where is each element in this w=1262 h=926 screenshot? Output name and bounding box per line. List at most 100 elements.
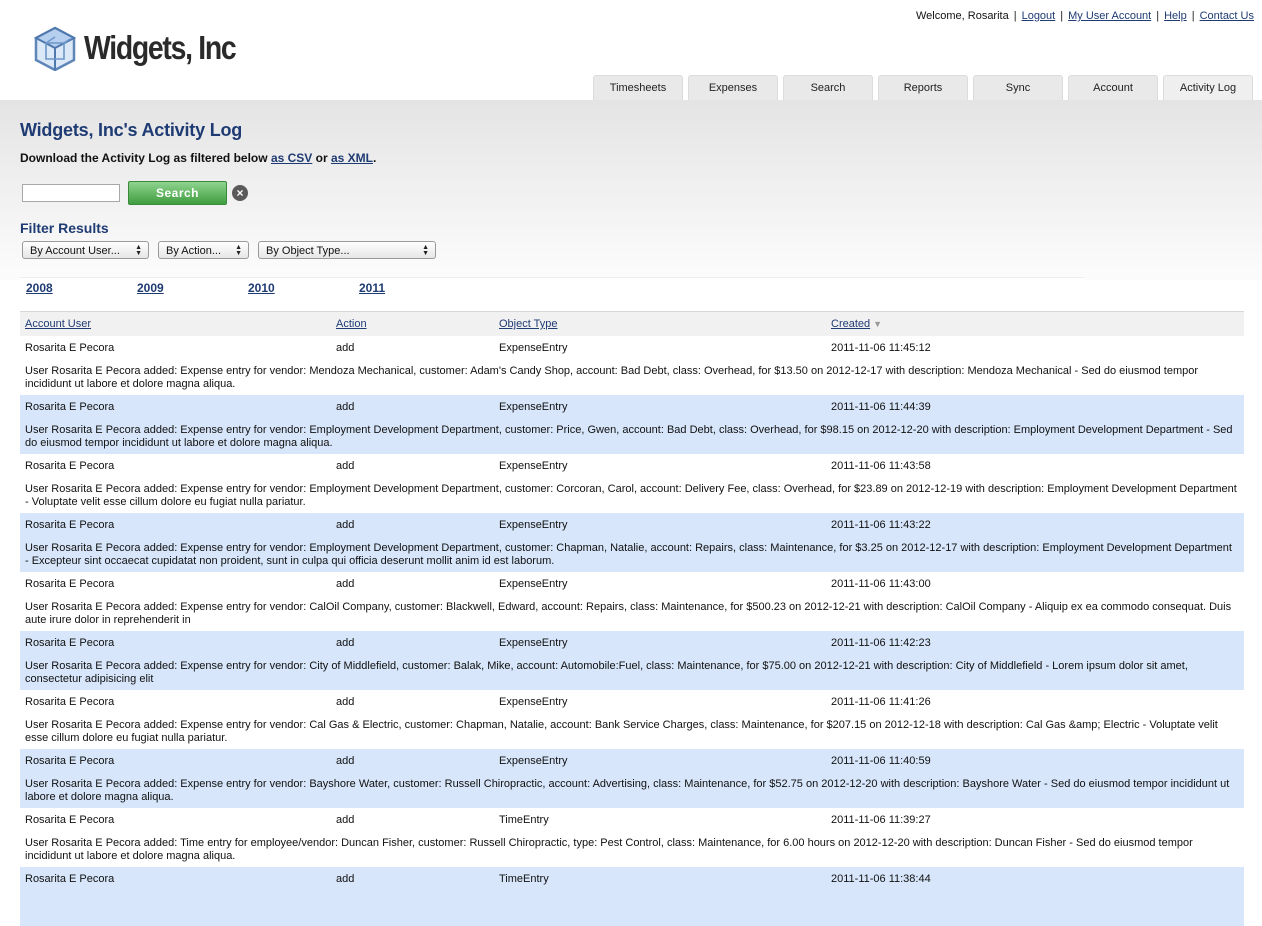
contact-us-link[interactable]: Contact Us [1200, 10, 1254, 22]
cell-account-user: Rosarita E Pecora [25, 637, 115, 649]
cell-action: add [336, 873, 355, 885]
tab-expenses[interactable]: Expenses [688, 75, 778, 100]
logout-link[interactable]: Logout [1022, 10, 1056, 22]
year-filter-bar: 2008 2009 2010 2011 [20, 277, 1084, 299]
log-entry: Rosarita E Pecora add ExpenseEntry 2011-… [20, 336, 1244, 395]
action-filter-value: By Action... [166, 244, 222, 257]
cell-object-type: ExpenseEntry [499, 755, 568, 767]
cell-action: add [336, 342, 355, 354]
cell-created: 2011-11-06 11:39:27 [831, 814, 931, 826]
year-link-2008[interactable]: 2008 [26, 281, 53, 295]
select-arrows-icon: ▲ ▼ [235, 243, 242, 257]
log-entry: Rosarita E Pecora add ExpenseEntry 2011-… [20, 454, 1244, 513]
cell-account-user: Rosarita E Pecora [25, 342, 115, 354]
cell-created: 2011-11-06 11:41:26 [831, 696, 931, 708]
entry-description: User Rosarita E Pecora added: Expense en… [25, 719, 1218, 744]
year-link-2011[interactable]: 2011 [359, 281, 385, 295]
entry-description: User Rosarita E Pecora added: Time entry… [25, 837, 1193, 862]
cell-object-type: ExpenseEntry [499, 696, 568, 708]
account-user-filter-value: By Account User... [30, 244, 120, 257]
cell-object-type: ExpenseEntry [499, 401, 568, 413]
tab-sync[interactable]: Sync [973, 75, 1063, 100]
table-header-row: Account User Action Object Type Created ▼ [20, 311, 1244, 336]
or-text: or [315, 151, 328, 165]
entry-description: User Rosarita E Pecora added: Expense en… [25, 660, 1188, 685]
search-input[interactable] [22, 184, 120, 202]
account-user-filter[interactable]: By Account User... ▲ ▼ [22, 241, 149, 259]
cell-object-type: ExpenseEntry [499, 460, 568, 472]
page-header: Widgets, Inc Welcome, Rosarita | Logout | My… [0, 0, 1262, 100]
cell-account-user: Rosarita E Pecora [25, 460, 115, 472]
cell-object-type: TimeEntry [499, 873, 549, 885]
year-link-2010[interactable]: 2010 [248, 281, 275, 295]
action-filter[interactable]: By Action... ▲ ▼ [158, 241, 249, 259]
period-text: . [373, 151, 377, 165]
header-account-user[interactable]: Account User [25, 318, 91, 330]
entry-description: User Rosarita E Pecora added: Expense en… [25, 601, 1232, 626]
object-type-filter[interactable]: By Object Type... ▲ ▼ [258, 241, 436, 259]
object-type-filter-value: By Object Type... [266, 244, 350, 257]
select-arrows-icon: ▲ ▼ [422, 243, 429, 257]
log-entry: Rosarita E Pecora add ExpenseEntry 2011-… [20, 513, 1244, 572]
filter-results-title: Filter Results [20, 220, 109, 236]
log-entry: Rosarita E Pecora add ExpenseEntry 2011-… [20, 572, 1244, 631]
help-link[interactable]: Help [1164, 10, 1187, 22]
cell-account-user: Rosarita E Pecora [25, 873, 115, 885]
cell-object-type: ExpenseEntry [499, 342, 568, 354]
year-link-2009[interactable]: 2009 [137, 281, 164, 295]
cell-account-user: Rosarita E Pecora [25, 519, 115, 531]
cell-action: add [336, 814, 355, 826]
my-user-account-link[interactable]: My User Account [1068, 10, 1151, 22]
log-entry: Rosarita E Pecora add ExpenseEntry 2011-… [20, 749, 1244, 808]
tab-timesheets[interactable]: Timesheets [593, 75, 683, 100]
cube-logo-icon [33, 26, 77, 71]
log-entry: Rosarita E Pecora add TimeEntry 2011-11-… [20, 867, 1244, 926]
csv-download-link[interactable]: as CSV [271, 151, 312, 165]
cell-action: add [336, 637, 355, 649]
logo-text: Widgets, Inc [84, 29, 237, 66]
cell-account-user: Rosarita E Pecora [25, 755, 115, 767]
close-icon[interactable]: × [232, 185, 248, 201]
tab-account[interactable]: Account [1068, 75, 1158, 100]
cell-created: 2011-11-06 11:38:44 [831, 873, 931, 885]
cell-account-user: Rosarita E Pecora [25, 814, 115, 826]
activity-log-table: Account User Action Object Type Created ▼… [20, 311, 1244, 926]
cell-created: 2011-11-06 11:43:58 [831, 460, 931, 472]
cell-object-type: ExpenseEntry [499, 519, 568, 531]
main-nav-tabs: Timesheets Expenses Search Reports Sync … [593, 75, 1253, 100]
header-created[interactable]: Created [831, 318, 870, 330]
download-line: Download the Activity Log as filtered be… [20, 151, 376, 165]
cell-action: add [336, 755, 355, 767]
xml-download-link[interactable]: as XML [331, 151, 373, 165]
cell-action: add [336, 519, 355, 531]
log-entry: Rosarita E Pecora add ExpenseEntry 2011-… [20, 631, 1244, 690]
cell-created: 2011-11-06 11:43:22 [831, 519, 931, 531]
cell-action: add [336, 696, 355, 708]
entry-description: User Rosarita E Pecora added: Expense en… [25, 365, 1199, 390]
entry-description: User Rosarita E Pecora added: Expense en… [25, 483, 1237, 508]
cell-action: add [336, 578, 355, 590]
user-links: Welcome, Rosarita | Logout | My User Account… [916, 10, 1254, 22]
tab-search[interactable]: Search [783, 75, 873, 100]
cell-account-user: Rosarita E Pecora [25, 696, 115, 708]
logo[interactable]: Widgets, Inc [32, 25, 260, 71]
search-button[interactable]: Search [128, 181, 227, 205]
cell-created: 2011-11-06 11:42:23 [831, 637, 931, 649]
cell-account-user: Rosarita E Pecora [25, 578, 115, 590]
cell-object-type: TimeEntry [499, 814, 549, 826]
page-title: Widgets, Inc's Activity Log [20, 120, 243, 140]
entry-description: User Rosarita E Pecora added: Expense en… [25, 424, 1233, 449]
cell-object-type: ExpenseEntry [499, 637, 568, 649]
cell-account-user: Rosarita E Pecora [25, 401, 115, 413]
cell-created: 2011-11-06 11:45:12 [831, 342, 931, 354]
log-entry: Rosarita E Pecora add ExpenseEntry 2011-… [20, 395, 1244, 454]
cell-object-type: ExpenseEntry [499, 578, 568, 590]
tab-activity-log[interactable]: Activity Log [1163, 75, 1253, 100]
log-entry: Rosarita E Pecora add ExpenseEntry 2011-… [20, 690, 1244, 749]
cell-created: 2011-11-06 11:43:00 [831, 578, 931, 590]
header-object-type[interactable]: Object Type [499, 318, 558, 330]
sort-descending-icon[interactable]: ▼ [873, 319, 882, 329]
header-action[interactable]: Action [336, 318, 367, 330]
download-text: Download the Activity Log as filtered be… [20, 151, 268, 165]
tab-reports[interactable]: Reports [878, 75, 968, 100]
